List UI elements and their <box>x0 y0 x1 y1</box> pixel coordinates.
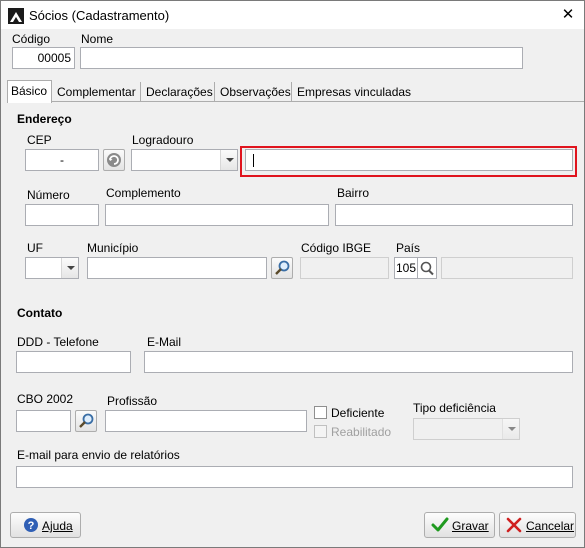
tab-label: Básico <box>11 84 48 98</box>
tab-label: Observações <box>220 85 291 99</box>
checkmark-icon <box>431 517 449 532</box>
cbo-label: CBO 2002 <box>17 392 74 406</box>
focus-highlight-box <box>240 146 577 177</box>
deficiente-checkbox[interactable] <box>314 406 327 419</box>
search-icon <box>275 260 290 275</box>
numero-label: Número <box>27 188 70 202</box>
tab-label: Complementar <box>57 85 136 99</box>
tipo-deficiencia-label: Tipo deficiência <box>413 401 496 415</box>
uf-select[interactable] <box>25 257 79 279</box>
ddd-telefone-label: DDD - Telefone <box>17 335 99 349</box>
cep-field[interactable]: - <box>25 149 99 171</box>
uf-label: UF <box>27 241 43 255</box>
refresh-icon <box>107 153 121 167</box>
bairro-field[interactable] <box>335 204 573 226</box>
tab-strip: Básico Complementar Declarações Observaç… <box>7 80 584 103</box>
pais-label: País <box>396 241 421 255</box>
reabilitado-checkbox <box>314 425 327 438</box>
cbo-field[interactable] <box>16 410 71 432</box>
title-bar: Sócios (Cadastramento) ✕ <box>1 1 584 29</box>
codigo-ibge-label: Código IBGE <box>301 241 372 255</box>
close-icon <box>506 517 522 533</box>
socios-window: Sócios (Cadastramento) ✕ Código 00005 No… <box>0 0 585 548</box>
pais-name-field <box>441 257 573 279</box>
help-icon: ? <box>24 518 38 532</box>
tab-observacoes[interactable]: Observações <box>217 82 292 102</box>
pais-value: 105 <box>396 261 417 275</box>
codigo-ibge-field <box>300 257 389 279</box>
search-icon <box>420 261 434 276</box>
save-button[interactable]: Gravar <box>424 512 495 538</box>
profissao-field[interactable] <box>105 410 307 432</box>
chevron-down-icon <box>220 150 237 170</box>
help-button[interactable]: ? Ajuda <box>10 512 81 538</box>
bairro-label: Bairro <box>337 186 370 200</box>
tab-label: Empresas vinculadas <box>297 85 412 99</box>
chevron-down-icon <box>61 258 78 278</box>
reabilitado-label: Reabilitado <box>331 425 392 439</box>
municipio-search-button[interactable] <box>271 257 293 279</box>
endereco-section-title: Endereço <box>17 112 72 126</box>
window-title: Sócios (Cadastramento) <box>29 8 170 23</box>
nome-label: Nome <box>81 32 114 46</box>
pais-code-field[interactable]: 105 <box>394 257 418 279</box>
logradouro-label: Logradouro <box>132 133 194 147</box>
cancel-button[interactable]: Cancelar <box>499 512 576 538</box>
numero-field[interactable] <box>25 204 99 226</box>
save-button-label: Gravar <box>452 519 489 533</box>
search-icon <box>79 413 94 428</box>
cep-value: - <box>60 153 64 167</box>
tipo-deficiencia-select <box>413 418 520 440</box>
deficiente-label: Deficiente <box>331 406 385 420</box>
codigo-field[interactable]: 00005 <box>12 47 75 69</box>
cancel-button-label: Cancelar <box>526 519 575 533</box>
complemento-label: Complemento <box>106 186 181 200</box>
contato-section-title: Contato <box>17 306 63 320</box>
complemento-field[interactable] <box>105 204 329 226</box>
email-relatorios-field[interactable] <box>16 466 573 488</box>
email-field[interactable] <box>144 351 573 373</box>
codigo-value: 00005 <box>37 51 71 65</box>
chevron-down-icon <box>502 419 519 439</box>
tab-basico[interactable]: Básico <box>7 80 52 103</box>
pais-search-button[interactable] <box>417 257 437 279</box>
tab-empresas-vinculadas[interactable]: Empresas vinculadas <box>294 82 412 102</box>
municipio-field[interactable] <box>87 257 267 279</box>
help-button-label: Ajuda <box>42 519 73 533</box>
svg-text:?: ? <box>28 520 35 532</box>
tab-label: Declarações <box>146 85 213 99</box>
nome-field[interactable] <box>80 47 523 69</box>
ddd-telefone-field[interactable] <box>16 351 131 373</box>
tab-declaracoes[interactable]: Declarações <box>143 82 215 102</box>
profissao-label: Profissão <box>107 394 158 408</box>
logradouro-type-select[interactable] <box>131 149 238 171</box>
cbo-search-button[interactable] <box>75 410 97 432</box>
app-icon <box>8 8 24 24</box>
tab-complementar[interactable]: Complementar <box>54 82 141 102</box>
codigo-label: Código <box>12 32 51 46</box>
municipio-label: Município <box>87 241 139 255</box>
email-label: E-Mail <box>147 335 182 349</box>
logradouro-type-value <box>132 153 135 167</box>
cep-lookup-button[interactable] <box>103 149 125 171</box>
email-relatorios-label: E-mail para envio de relatórios <box>17 448 180 462</box>
close-icon[interactable]: ✕ <box>560 7 576 23</box>
cep-label: CEP <box>27 133 52 147</box>
